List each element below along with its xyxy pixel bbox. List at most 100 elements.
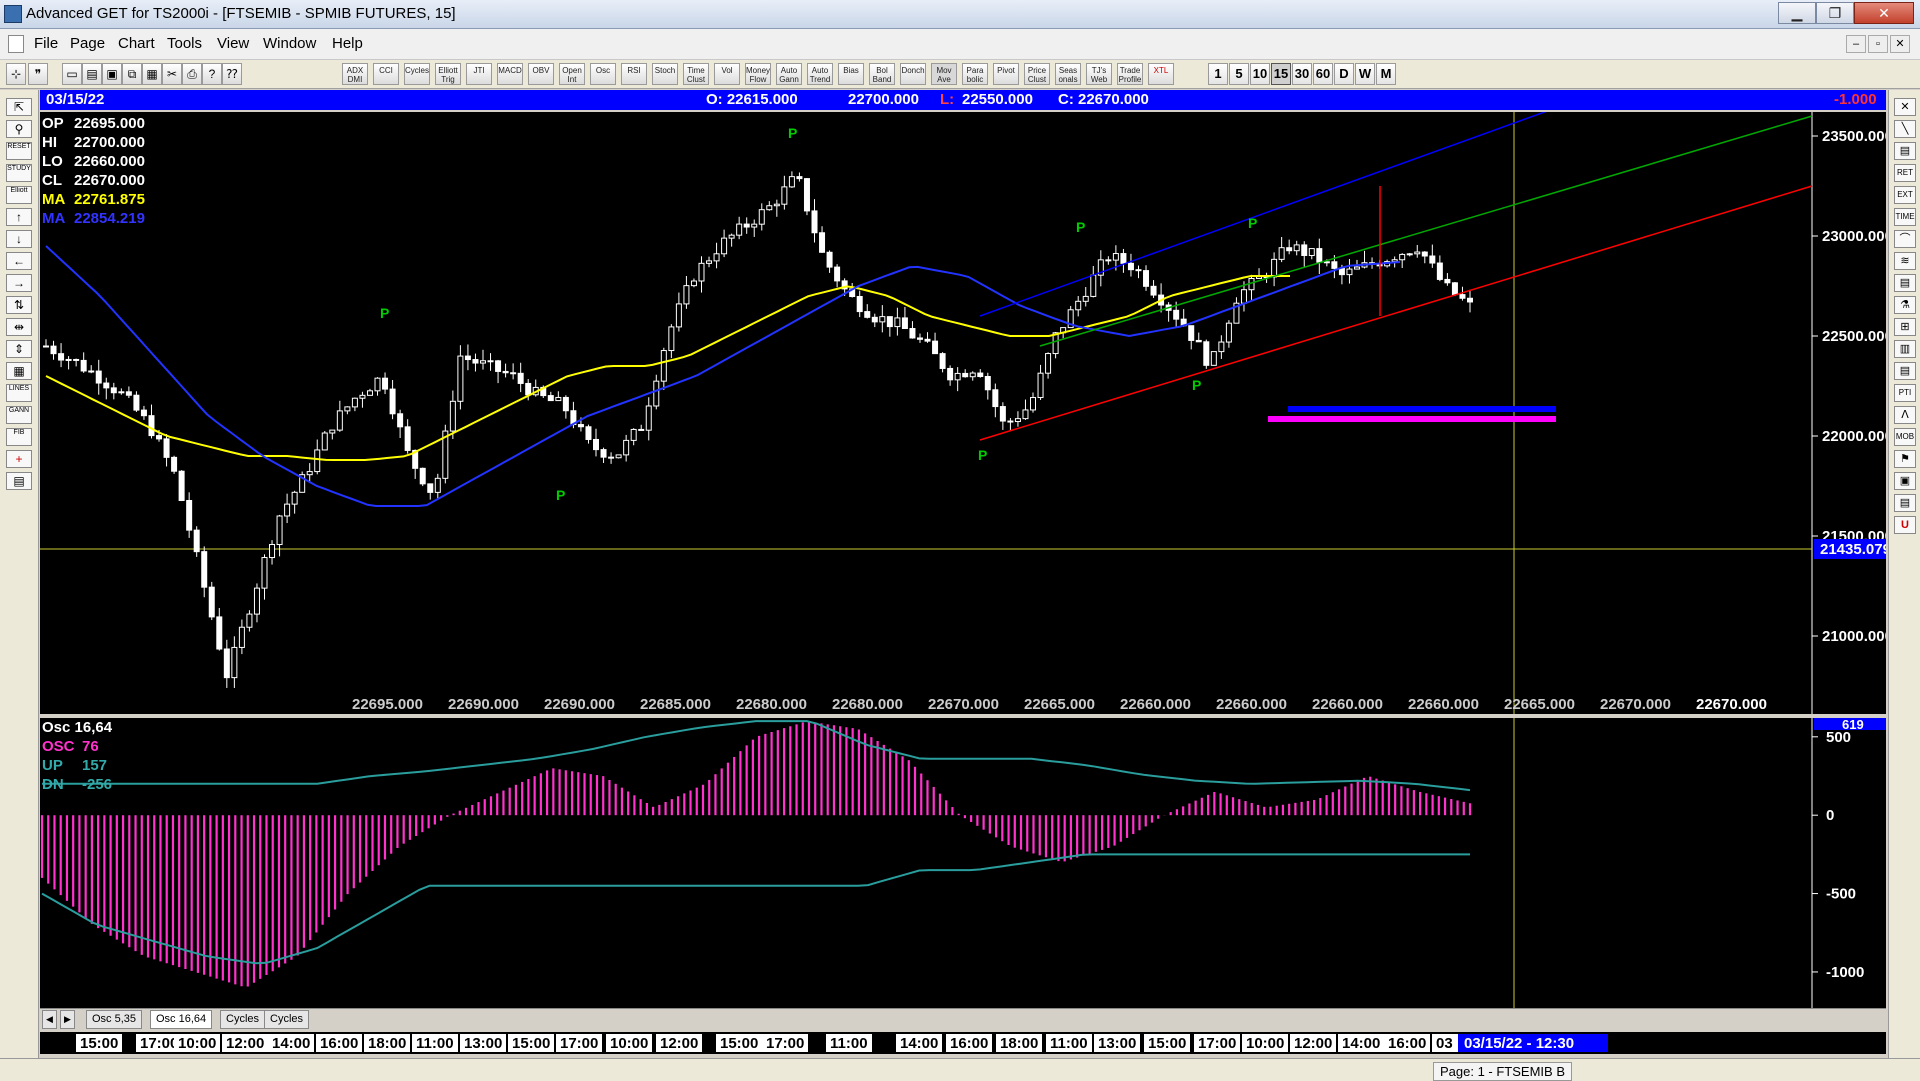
study-button-auto-trend[interactable]: Auto Trend [807, 63, 833, 85]
restore-button[interactable]: ❐ [1816, 2, 1854, 24]
study-button-cycles[interactable]: Cycles [404, 63, 430, 85]
arrow-down-tool[interactable]: ↓ [6, 230, 32, 248]
study-button-vol[interactable]: Vol [714, 63, 740, 85]
right-tool-7[interactable]: ≋ [1894, 252, 1916, 270]
copy-icon[interactable]: ⧉ [122, 63, 142, 85]
mdi-minimize-button[interactable]: – [1846, 35, 1866, 53]
quote-icon[interactable]: ❞ [28, 63, 48, 85]
study-button-auto-gann[interactable]: Auto Gann [776, 63, 802, 85]
price-chart[interactable]: 23500.00023000.00022500.00022000.0002150… [40, 91, 1893, 714]
study-button-mov-ave[interactable]: Mov Ave [931, 63, 957, 85]
arrow-left-tool[interactable]: ← [6, 252, 32, 270]
timeframe-10[interactable]: 10 [1250, 63, 1270, 85]
right-tool-10[interactable]: ⊞ [1894, 318, 1916, 336]
menu-chart[interactable]: Chart [118, 35, 155, 52]
right-tool-1[interactable]: ╲ [1894, 120, 1916, 138]
menu-window[interactable]: Window [263, 35, 316, 52]
mdi-close-button[interactable]: ✕ [1890, 35, 1910, 53]
study-button-para-bolic[interactable]: Para bolic [962, 63, 988, 85]
right-tool-6[interactable]: ⌒ [1894, 230, 1916, 248]
elliott-tool[interactable]: Elliott [6, 186, 32, 204]
tab-nav-prev-button[interactable]: ◀ [42, 1010, 57, 1029]
fib-fan-tool[interactable]: FIB [6, 428, 32, 446]
study-tab-cycles[interactable]: Cycles [220, 1010, 266, 1029]
study-tool[interactable]: STUDY [6, 164, 32, 182]
mdi-doc-icon[interactable] [8, 35, 24, 53]
study-button-seas-onals[interactable]: Seas onals [1055, 63, 1081, 85]
study-button-jti[interactable]: JTI [466, 63, 492, 85]
timeframe-30[interactable]: 30 [1292, 63, 1312, 85]
price-chart-pane[interactable]: 23500.000 23000.000 22500.000 22000.000 2150… [40, 91, 1893, 714]
study-tab-osc-5-35[interactable]: Osc 5,35 [86, 1010, 143, 1029]
study-button-elliott-trig[interactable]: Elliott Trig [435, 63, 461, 85]
right-tool-11[interactable]: ▥ [1894, 340, 1916, 358]
menu-file[interactable]: File [34, 35, 58, 52]
study-tab-cycles[interactable]: Cycles [264, 1010, 310, 1029]
study-button-adx-dmi[interactable]: ADX DMI [342, 63, 368, 85]
oscillator-pane[interactable]: 500 0 -500 -1000 619 Osc 16,64 OSC 76 UP 157 DN -25… [40, 717, 1886, 1008]
lines-tool[interactable]: LINES [6, 384, 32, 402]
open-icon[interactable]: ▤ [82, 63, 102, 85]
right-tool-9[interactable]: ⚗ [1894, 296, 1916, 314]
arrow-up-tool[interactable]: ↑ [6, 208, 32, 226]
study-button-money-flow[interactable]: Money Flow [745, 63, 771, 85]
study-tab-osc-16-64[interactable]: Osc 16,64 [150, 1010, 213, 1029]
study-button-rsi[interactable]: RSI [621, 63, 647, 85]
right-tool-time[interactable]: TIME [1894, 208, 1916, 226]
right-tool-18[interactable]: ▤ [1894, 494, 1916, 512]
whats-this-icon[interactable]: ⁇ [222, 63, 242, 85]
study-button-time-clust[interactable]: Time Clust [683, 63, 709, 85]
right-tool-12[interactable]: ▤ [1894, 362, 1916, 380]
menu-page[interactable]: Page [70, 35, 105, 52]
timeframe-d[interactable]: D [1334, 63, 1354, 85]
right-tool-ret[interactable]: RET [1894, 164, 1916, 182]
right-tool-pti[interactable]: PTI [1894, 384, 1916, 402]
timeframe-1[interactable]: 1 [1208, 63, 1228, 85]
cut-icon[interactable]: ✂ [162, 63, 182, 85]
pointer-tool[interactable]: ⇱ [6, 98, 32, 116]
right-tool-2[interactable]: ▤ [1894, 142, 1916, 160]
zoom-tool[interactable]: ⚲ [6, 120, 32, 138]
arrow-right-tool[interactable]: → [6, 274, 32, 292]
study-button-macd[interactable]: MACD [497, 63, 523, 85]
minimize-button[interactable]: ▁ [1778, 2, 1816, 24]
gann-tool[interactable]: GANN [6, 406, 32, 424]
timeframe-w[interactable]: W [1355, 63, 1375, 85]
right-tool-14[interactable]: ᐱ [1894, 406, 1916, 424]
study-button-bol-band[interactable]: Bol Band [869, 63, 895, 85]
close-button[interactable]: ✕ [1854, 2, 1914, 24]
new-file-icon[interactable]: ▭ [62, 63, 82, 85]
right-tool-0[interactable]: ✕ [1894, 98, 1916, 116]
study-button-obv[interactable]: OBV [528, 63, 554, 85]
study-button-trade-profile[interactable]: Trade Profile [1117, 63, 1143, 85]
study-button-pivot[interactable]: Pivot [993, 63, 1019, 85]
mdi-restore-button[interactable]: ▫ [1868, 35, 1888, 53]
help-icon[interactable]: ? [202, 63, 222, 85]
grid-tool[interactable]: ▦ [6, 362, 32, 380]
study-button-open-int[interactable]: Open Int [559, 63, 585, 85]
right-tool-16[interactable]: ⚑ [1894, 450, 1916, 468]
timeframe-60[interactable]: 60 [1313, 63, 1333, 85]
reset-tool[interactable]: RESET [6, 142, 32, 160]
oscillator-chart[interactable]: 5000-500-1000619Osc 16,64OSC 76UP 157DN -25… [40, 717, 1886, 1008]
timeframe-15[interactable]: 15 [1271, 63, 1291, 85]
study-button-cci[interactable]: CCI [373, 63, 399, 85]
report-tool[interactable]: ▤ [6, 472, 32, 490]
right-tool-mob[interactable]: MOB [1894, 428, 1916, 446]
study-button-tj-s-web[interactable]: TJ's Web [1086, 63, 1112, 85]
right-tool-ext[interactable]: EXT [1894, 186, 1916, 204]
right-tool-17[interactable]: ▣ [1894, 472, 1916, 490]
fib-time-tool[interactable]: ⇕ [6, 340, 32, 358]
study-button-osc[interactable]: Osc [590, 63, 616, 85]
study-button-donch[interactable]: Donch [900, 63, 926, 85]
crosshair-tool[interactable]: + [6, 450, 32, 468]
menu-tools[interactable]: Tools [167, 35, 202, 52]
right-tool-8[interactable]: ▤ [1894, 274, 1916, 292]
tab-nav-next-button[interactable]: ▶ [60, 1010, 75, 1029]
fib-ext-tool[interactable]: ⇹ [6, 318, 32, 336]
study-button-stoch[interactable]: Stoch [652, 63, 678, 85]
menu-help[interactable]: Help [332, 35, 363, 52]
paste-icon[interactable]: ▦ [142, 63, 162, 85]
right-tool-19[interactable]: U [1894, 516, 1916, 534]
fib-tool[interactable]: ⇅ [6, 296, 32, 314]
